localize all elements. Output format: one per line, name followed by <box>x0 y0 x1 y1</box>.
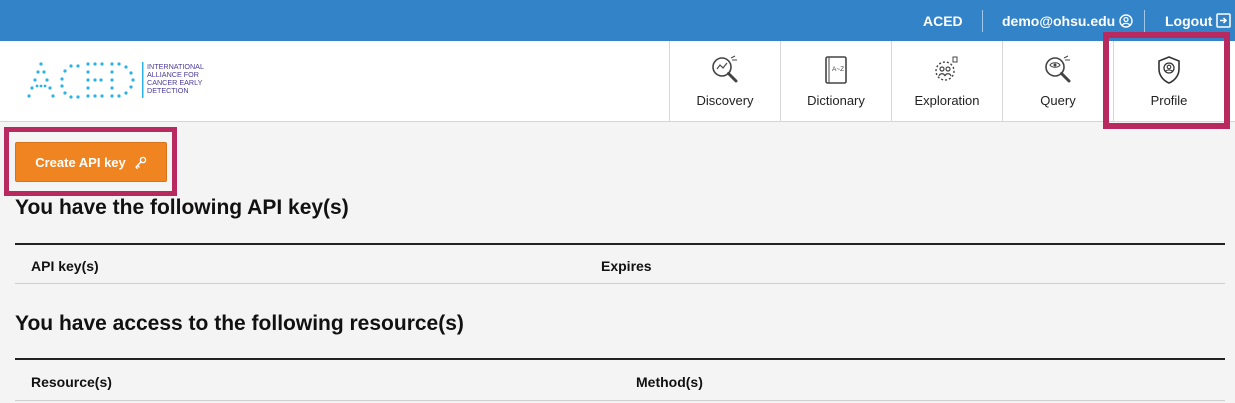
svg-text:A~Z: A~Z <box>832 66 844 73</box>
user-menu[interactable]: demo@ohsu.edu <box>1002 0 1133 41</box>
tab-query[interactable]: Query <box>1002 41 1113 122</box>
logout-button[interactable]: Logout <box>1165 0 1232 41</box>
discovery-icon <box>712 55 738 83</box>
resources-heading: You have access to the following resourc… <box>15 312 464 335</box>
api-keys-heading: You have the following API key(s) <box>15 196 349 219</box>
api-keys-row-divider <box>15 283 1225 284</box>
exploration-icon <box>935 56 958 81</box>
logo-tagline-4: DETECTION <box>147 86 189 95</box>
tab-discovery-label: Discovery <box>696 93 754 108</box>
tab-query-label: Query <box>1040 93 1076 108</box>
aced-logo-mark: INTERNATIONAL ALLIANCE FOR CANCER EARLY … <box>27 62 204 99</box>
tab-profile[interactable]: Profile <box>1113 41 1224 122</box>
user-circle-icon <box>1119 13 1133 28</box>
api-keys-col-expires: Expires <box>601 258 652 274</box>
aced-logo[interactable]: INTERNATIONAL ALLIANCE FOR CANCER EARLY … <box>26 58 246 106</box>
user-email: demo@ohsu.edu <box>1002 12 1116 29</box>
logout-label: Logout <box>1165 12 1213 29</box>
logout-icon <box>1216 13 1232 28</box>
api-keys-col-key: API key(s) <box>31 258 99 274</box>
topbar-divider <box>1144 10 1145 32</box>
tab-dictionary-label: Dictionary <box>807 93 865 108</box>
tab-exploration-label: Exploration <box>914 93 980 108</box>
create-api-key-label: Create API key <box>35 154 126 170</box>
query-icon <box>1045 55 1071 83</box>
key-icon <box>135 156 147 169</box>
profile-shield-icon <box>1158 56 1180 84</box>
resources-col-resource: Resource(s) <box>31 374 112 390</box>
tab-dictionary[interactable]: A~Z Dictionary <box>780 41 891 122</box>
resources-divider <box>15 358 1225 360</box>
tab-exploration[interactable]: Exploration <box>891 41 1002 122</box>
top-bar: ACED demo@ohsu.edu Logout <box>0 0 1235 41</box>
tab-profile-label: Profile <box>1150 93 1188 108</box>
main-nav: INTERNATIONAL ALLIANCE FOR CANCER EARLY … <box>0 41 1235 122</box>
resources-col-method: Method(s) <box>636 374 703 390</box>
brand-label: ACED <box>923 12 963 29</box>
brand-link[interactable]: ACED <box>923 0 963 41</box>
tab-discovery[interactable]: Discovery <box>669 41 780 122</box>
topbar-divider <box>982 10 983 32</box>
dictionary-icon: A~Z <box>825 56 847 84</box>
create-api-key-button[interactable]: Create API key <box>15 142 167 182</box>
resources-row-divider <box>15 400 1225 401</box>
api-keys-divider <box>15 243 1225 245</box>
